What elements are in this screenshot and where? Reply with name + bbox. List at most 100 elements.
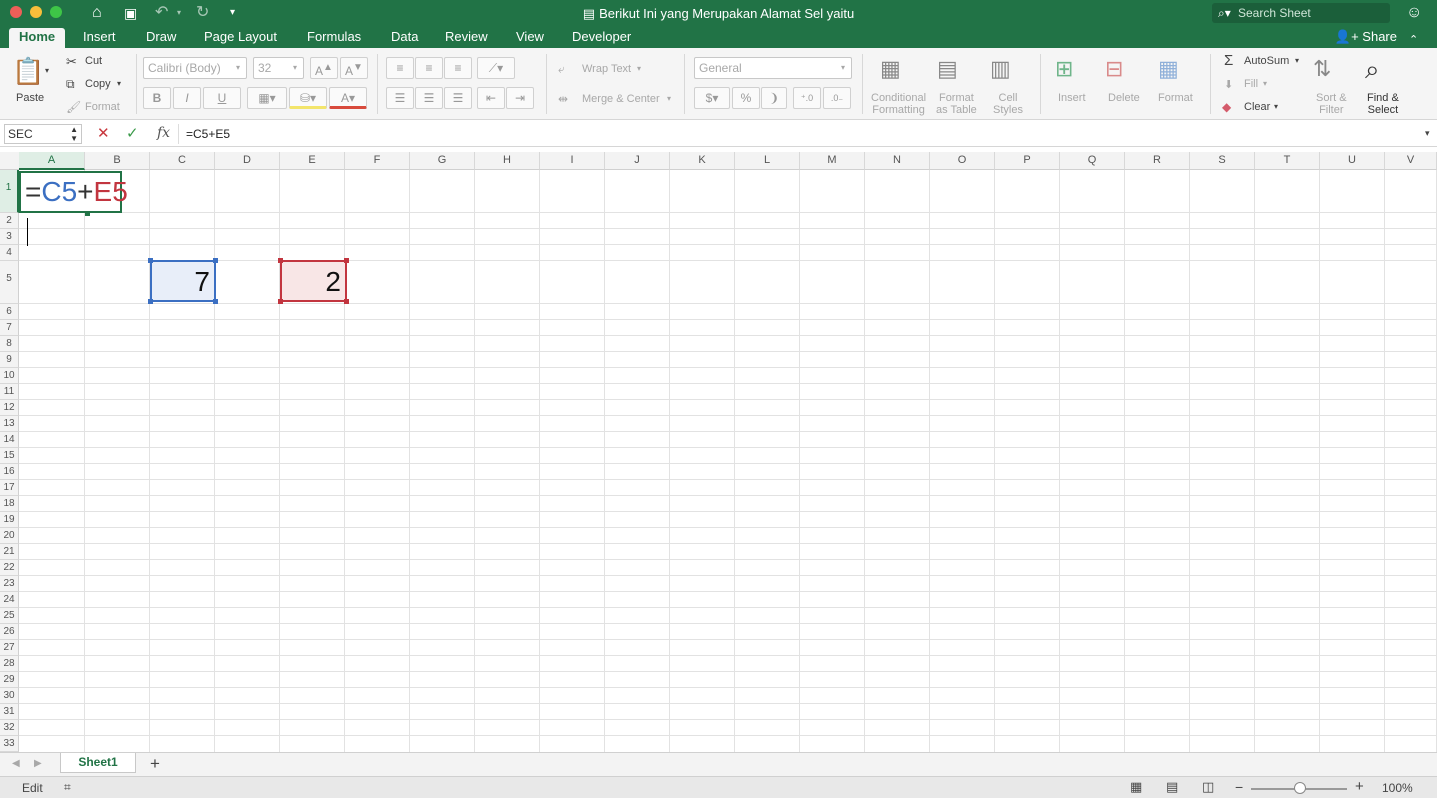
- column-header[interactable]: H: [475, 152, 540, 170]
- column-header[interactable]: V: [1385, 152, 1437, 170]
- row-header[interactable]: 9: [0, 352, 19, 368]
- row-header[interactable]: 27: [0, 640, 19, 656]
- collapse-ribbon-icon[interactable]: ⌃: [1409, 30, 1418, 50]
- align-bottom-button[interactable]: ≡: [444, 57, 472, 79]
- formula-input[interactable]: =C5+E5: [186, 127, 230, 141]
- insert-cells-button[interactable]: Insert: [1058, 92, 1086, 104]
- row-header[interactable]: 20: [0, 528, 19, 544]
- column-header[interactable]: C: [150, 152, 215, 170]
- column-header[interactable]: D: [215, 152, 280, 170]
- cell-styles-button[interactable]: Cell Styles: [993, 92, 1023, 116]
- column-header[interactable]: M: [800, 152, 865, 170]
- tab-view[interactable]: View: [506, 28, 554, 48]
- align-left-button[interactable]: ☰: [386, 87, 414, 109]
- stepper-icon[interactable]: ▲ ▼: [70, 125, 78, 143]
- range-handle[interactable]: [213, 299, 218, 304]
- share-button[interactable]: 👤+ Share: [1335, 28, 1397, 46]
- cancel-entry-icon[interactable]: ✕: [97, 124, 110, 142]
- previous-sheet-icon[interactable]: ◀: [12, 758, 20, 769]
- range-handle[interactable]: [344, 299, 349, 304]
- insert-function-button[interactable]: fx: [157, 125, 170, 141]
- column-header[interactable]: P: [995, 152, 1060, 170]
- row-header[interactable]: 28: [0, 656, 19, 672]
- name-box[interactable]: SEC ▲ ▼: [4, 124, 82, 144]
- column-header[interactable]: B: [85, 152, 150, 170]
- font-size-select[interactable]: 32 ▾: [253, 57, 304, 79]
- select-all-corner[interactable]: [0, 152, 20, 170]
- column-header[interactable]: L: [735, 152, 800, 170]
- row-header[interactable]: 17: [0, 480, 19, 496]
- range-handle[interactable]: [278, 258, 283, 263]
- row-header[interactable]: 3: [0, 229, 19, 245]
- increase-indent-button[interactable]: ⇥: [506, 87, 534, 109]
- row-header[interactable]: 5: [0, 261, 19, 304]
- row-header[interactable]: 14: [0, 432, 19, 448]
- row-header[interactable]: 32: [0, 720, 19, 736]
- row-header[interactable]: 10: [0, 368, 19, 384]
- clear-button[interactable]: Clear: [1244, 101, 1270, 113]
- font-name-select[interactable]: Calibri (Body) ▾: [143, 57, 247, 79]
- decrease-indent-button[interactable]: ⇤: [477, 87, 505, 109]
- row-header[interactable]: 2: [0, 213, 19, 229]
- confirm-entry-icon[interactable]: ✓: [126, 124, 139, 142]
- row-header[interactable]: 22: [0, 560, 19, 576]
- align-center-button[interactable]: ☰: [415, 87, 443, 109]
- column-header[interactable]: I: [540, 152, 605, 170]
- row-header[interactable]: 19: [0, 512, 19, 528]
- search-sheet-input[interactable]: ⌕▾ Search Sheet: [1212, 3, 1390, 23]
- cell-c5[interactable]: 7: [150, 260, 216, 302]
- expand-formula-bar-icon[interactable]: ▾: [1425, 128, 1430, 139]
- row-header[interactable]: 29: [0, 672, 19, 688]
- column-header[interactable]: O: [930, 152, 995, 170]
- increase-font-button[interactable]: A▲: [310, 57, 338, 79]
- tab-insert[interactable]: Insert: [73, 28, 126, 48]
- sort-filter-button[interactable]: Sort & Filter: [1316, 92, 1347, 116]
- row-header[interactable]: 23: [0, 576, 19, 592]
- column-header[interactable]: R: [1125, 152, 1190, 170]
- column-header[interactable]: F: [345, 152, 410, 170]
- increase-decimal-button[interactable]: ⁺.0: [793, 87, 821, 109]
- underline-button[interactable]: U: [203, 87, 241, 109]
- page-layout-view-icon[interactable]: ▤: [1166, 779, 1178, 795]
- align-middle-button[interactable]: ≡: [415, 57, 443, 79]
- page-break-view-icon[interactable]: ◫: [1202, 779, 1214, 795]
- row-header[interactable]: 31: [0, 704, 19, 720]
- account-icon[interactable]: ☺: [1406, 3, 1422, 23]
- row-header[interactable]: 33: [0, 736, 19, 752]
- tab-formulas[interactable]: Formulas: [297, 28, 371, 48]
- column-header[interactable]: K: [670, 152, 735, 170]
- delete-cells-button[interactable]: Delete: [1108, 92, 1140, 104]
- comma-style-button[interactable]: ❩: [761, 87, 787, 109]
- fill-color-button[interactable]: ⛁▾: [289, 87, 327, 109]
- range-handle[interactable]: [148, 299, 153, 304]
- decrease-font-button[interactable]: A▼: [340, 57, 368, 79]
- tab-draw[interactable]: Draw: [136, 28, 186, 48]
- tab-data[interactable]: Data: [381, 28, 428, 48]
- percent-button[interactable]: %: [732, 87, 760, 109]
- range-handle[interactable]: [344, 258, 349, 263]
- bold-button[interactable]: B: [143, 87, 171, 109]
- find-select-button[interactable]: Find & Select: [1367, 92, 1399, 116]
- cut-button[interactable]: Cut: [85, 55, 102, 67]
- zoom-slider-thumb[interactable]: [1294, 782, 1306, 794]
- column-header[interactable]: U: [1320, 152, 1385, 170]
- paste-dropdown-icon[interactable]: ▾: [45, 66, 49, 75]
- row-header[interactable]: 30: [0, 688, 19, 704]
- cell-a1-editing[interactable]: =C5+E5: [19, 171, 128, 246]
- format-cells-button[interactable]: Format: [1158, 92, 1193, 104]
- cell-e5[interactable]: 2: [280, 260, 347, 302]
- fill-button[interactable]: Fill: [1244, 78, 1258, 90]
- align-right-button[interactable]: ☰: [444, 87, 472, 109]
- add-sheet-button[interactable]: +: [150, 754, 160, 774]
- row-header[interactable]: 24: [0, 592, 19, 608]
- range-handle[interactable]: [278, 299, 283, 304]
- tab-developer[interactable]: Developer: [562, 28, 641, 48]
- row-header[interactable]: 1: [0, 170, 19, 213]
- format-as-table-button[interactable]: Format as Table: [936, 92, 977, 116]
- column-header[interactable]: N: [865, 152, 930, 170]
- range-handle[interactable]: [213, 258, 218, 263]
- row-header[interactable]: 8: [0, 336, 19, 352]
- sheet-tab-sheet1[interactable]: Sheet1: [60, 753, 136, 773]
- orientation-button[interactable]: ⟋▾: [477, 57, 515, 79]
- copy-dropdown-icon[interactable]: ▾: [117, 79, 121, 88]
